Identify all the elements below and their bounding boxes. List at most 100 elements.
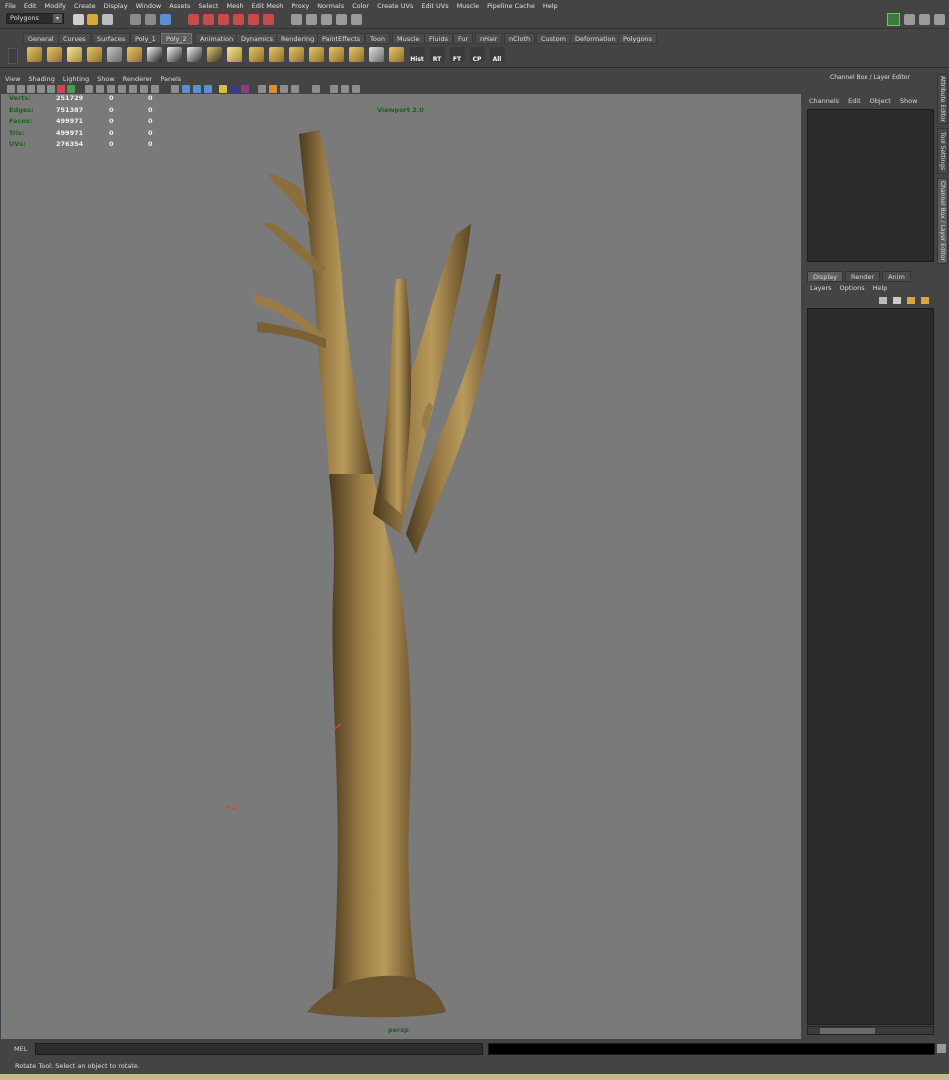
tab-display[interactable]: Display: [807, 271, 843, 282]
isolate-select-icon[interactable]: [330, 85, 338, 93]
panel-menu-lighting[interactable]: Lighting: [63, 75, 89, 83]
tab-channel-box-layer-editor[interactable]: Channel Box / Layer Editor: [937, 178, 948, 264]
isolate-icon[interactable]: [204, 85, 212, 93]
script-editor-icon[interactable]: [937, 1044, 946, 1053]
cb-menu-channels[interactable]: Channels: [809, 97, 839, 105]
shelf-tool-icon[interactable]: [349, 47, 364, 62]
shelf-tool-icon[interactable]: [389, 47, 404, 62]
snap-view-icon[interactable]: [233, 14, 244, 25]
shelf-tool-icon[interactable]: [309, 47, 324, 62]
layer-list[interactable]: [807, 308, 934, 1025]
cb-menu-object[interactable]: Object: [870, 97, 891, 105]
select-object-icon[interactable]: [145, 14, 156, 25]
new-empty-layer-icon[interactable]: [893, 297, 901, 304]
menu-color[interactable]: Color: [352, 2, 369, 10]
snap-live-icon[interactable]: [263, 14, 274, 25]
menu-edit-mesh[interactable]: Edit Mesh: [252, 2, 284, 10]
textured-icon[interactable]: [129, 85, 137, 93]
resolution-gate-icon[interactable]: [67, 85, 75, 93]
shelf-tab-general[interactable]: General: [23, 33, 59, 44]
shelf-tab-rendering[interactable]: Rendering: [276, 33, 320, 44]
wireframe-icon[interactable]: [85, 85, 93, 93]
shelf-tab-muscle[interactable]: Muscle: [392, 33, 425, 44]
tab-attribute-editor[interactable]: Attribute Editor: [937, 74, 948, 124]
menu-modify[interactable]: Modify: [44, 2, 66, 10]
toggle-attribute-editor-icon[interactable]: [904, 14, 915, 25]
select-hierarchy-icon[interactable]: [130, 14, 141, 25]
toggle-panel-button[interactable]: [887, 13, 900, 26]
sun-icon[interactable]: [219, 85, 227, 93]
menu-pipeline-cache[interactable]: Pipeline Cache: [487, 2, 535, 10]
snap-grid-icon[interactable]: [188, 14, 199, 25]
shelf-tool-icon[interactable]: [269, 47, 284, 62]
shelf-tab-ncloth[interactable]: nCloth: [504, 33, 536, 44]
panel-menu-view[interactable]: View: [5, 75, 20, 83]
shelf-tab-surfaces[interactable]: Surfaces: [92, 33, 131, 44]
menu-select[interactable]: Select: [198, 2, 218, 10]
camera-attributes-icon[interactable]: [17, 85, 25, 93]
cb-menu-edit[interactable]: Edit: [848, 97, 861, 105]
menu-help[interactable]: Help: [543, 2, 558, 10]
bounding-box-icon[interactable]: [118, 85, 126, 93]
open-scene-icon[interactable]: [87, 14, 98, 25]
ipr-render-icon[interactable]: [321, 14, 332, 25]
depth-of-field-icon[interactable]: [269, 85, 277, 93]
snap-point-icon[interactable]: [218, 14, 229, 25]
scrollbar-thumb[interactable]: [820, 1028, 875, 1034]
hypershade-icon[interactable]: [351, 14, 362, 25]
render-frame-icon[interactable]: [306, 14, 317, 25]
panel-menu-renderer[interactable]: Renderer: [123, 75, 153, 83]
menu-file[interactable]: File: [5, 2, 16, 10]
xray-icon[interactable]: [171, 85, 179, 93]
le-menu-layers[interactable]: Layers: [810, 284, 832, 292]
shelf-tab-custom[interactable]: Custom: [536, 33, 571, 44]
render-settings-icon[interactable]: [336, 14, 347, 25]
menu-mesh[interactable]: Mesh: [226, 2, 243, 10]
tree-model[interactable]: [1, 94, 801, 1039]
add-to-layer-icon[interactable]: [921, 297, 929, 304]
shelf-tool-icon[interactable]: [369, 47, 384, 62]
menu-create[interactable]: Create: [74, 2, 96, 10]
shelf-tool-icon[interactable]: [187, 47, 202, 62]
xray-active-icon[interactable]: [182, 85, 190, 93]
le-menu-help[interactable]: Help: [873, 284, 888, 292]
panel-menu-show[interactable]: Show: [97, 75, 115, 83]
viewport-panel[interactable]: Verts: 251729 0 0 Edges: 751387 0 0 Face…: [1, 94, 801, 1039]
channel-list[interactable]: [807, 109, 934, 262]
shelf-tab-animation[interactable]: Animation: [195, 33, 239, 44]
flat-shade-icon[interactable]: [107, 85, 115, 93]
ambient-occlusion-icon[interactable]: [230, 85, 238, 93]
select-component-icon[interactable]: [160, 14, 171, 25]
menu-edit-uvs[interactable]: Edit UVs: [421, 2, 448, 10]
menu-window[interactable]: Window: [136, 2, 162, 10]
motion-blur-icon[interactable]: [241, 85, 249, 93]
menu-muscle[interactable]: Muscle: [457, 2, 480, 10]
snap-curve-icon[interactable]: [203, 14, 214, 25]
shelf-tab-fluids[interactable]: Fluids: [424, 33, 453, 44]
layer-from-selected-icon[interactable]: [907, 297, 915, 304]
shelf-tool-icon[interactable]: [127, 47, 142, 62]
shelf-tool-icon[interactable]: [289, 47, 304, 62]
shelf-tab-poly-2[interactable]: Poly_2: [161, 33, 192, 44]
tab-anim[interactable]: Anim: [882, 271, 911, 282]
panel-menu-shading[interactable]: Shading: [28, 75, 54, 83]
render-view-icon[interactable]: [291, 14, 302, 25]
xray-joints-icon[interactable]: [193, 85, 201, 93]
smooth-shade-icon[interactable]: [96, 85, 104, 93]
menu-create-uvs[interactable]: Create UVs: [377, 2, 413, 10]
shelf-tool-icon[interactable]: [329, 47, 344, 62]
cb-menu-show[interactable]: Show: [900, 97, 918, 105]
menu-display[interactable]: Display: [104, 2, 128, 10]
shelf-tab-painteffects[interactable]: PaintEffects: [317, 33, 366, 44]
shelf-menu-handle[interactable]: [8, 48, 18, 64]
script-language-label[interactable]: MEL: [14, 1045, 27, 1053]
menu-proxy[interactable]: Proxy: [291, 2, 309, 10]
shelf-tab-polygons[interactable]: Polygons: [618, 33, 657, 44]
new-scene-icon[interactable]: [73, 14, 84, 25]
shadows-icon[interactable]: [151, 85, 159, 93]
command-input[interactable]: [35, 1043, 483, 1055]
film-gate-icon[interactable]: [57, 85, 65, 93]
shelf-tool-icon[interactable]: [27, 47, 42, 62]
snap-surface-icon[interactable]: [248, 14, 259, 25]
shelf-tool-icon[interactable]: [249, 47, 264, 62]
